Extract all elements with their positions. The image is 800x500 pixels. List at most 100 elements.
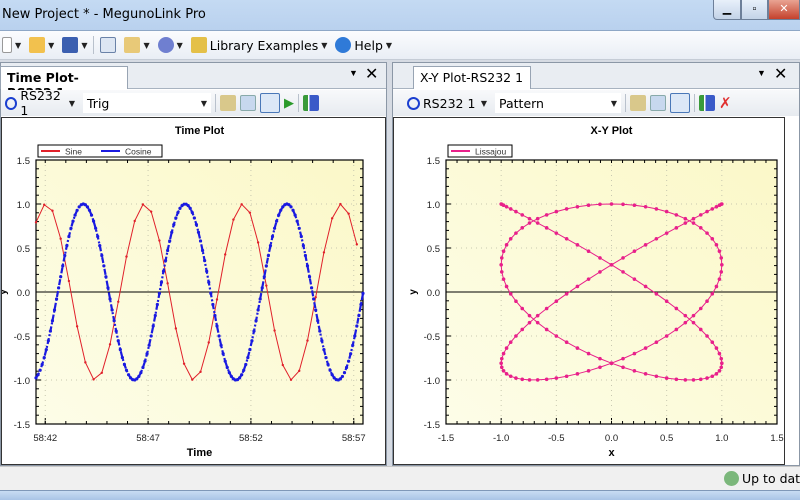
close-icon[interactable]: ✕: [774, 64, 787, 84]
help-button[interactable]: Help ▼: [333, 37, 394, 53]
data-point: [108, 297, 112, 301]
data-point: [260, 286, 264, 290]
data-point: [36, 373, 40, 377]
data-point: [361, 291, 365, 295]
open-button[interactable]: ▼: [27, 37, 56, 53]
data-point: [683, 320, 688, 325]
x-axis-label: Time: [187, 447, 212, 459]
connection-status-icon: [407, 96, 420, 110]
gear-icon: [157, 37, 174, 53]
data-point: [598, 365, 602, 370]
monitor-button[interactable]: [98, 37, 118, 53]
data-point: [643, 346, 648, 350]
data-point: [314, 308, 318, 312]
data-point: [717, 277, 722, 281]
data-point: [691, 378, 696, 382]
play-icon[interactable]: ▶: [284, 96, 294, 111]
data-point: [710, 236, 715, 241]
data-point: [118, 348, 122, 352]
source-selector[interactable]: RS232 1 ▼: [1, 88, 79, 118]
clear-icon[interactable]: ✗: [719, 94, 732, 112]
source-selector[interactable]: RS232 1 ▼: [403, 93, 491, 113]
data-point: [359, 302, 363, 307]
data-point: [91, 219, 96, 223]
data-point: [50, 319, 55, 323]
y-tick-label: 0.0: [427, 288, 440, 299]
data-point: [316, 319, 320, 323]
data-point: [705, 299, 709, 303]
time-plot-chart: Time PlotTimey1.51.00.50.0-0.5-1.0-1.558…: [0, 117, 386, 465]
data-point: [717, 249, 722, 254]
table-icon[interactable]: [650, 95, 666, 111]
data-point: [499, 270, 504, 274]
data-point: [242, 368, 246, 372]
data-point: [575, 372, 580, 376]
channel-selector[interactable]: Trig ▼: [83, 93, 211, 113]
data-point: [92, 378, 95, 381]
data-point: [52, 308, 57, 312]
data-point: [654, 236, 659, 241]
data-point: [172, 222, 176, 227]
folder-icon: [29, 37, 46, 53]
properties-icon[interactable]: [220, 95, 236, 111]
save-button[interactable]: ▼: [60, 37, 89, 53]
data-point: [44, 348, 48, 352]
close-icon[interactable]: ✕: [365, 64, 378, 84]
monitor-icon: [100, 37, 117, 53]
data-point: [499, 365, 504, 370]
chevron-down-icon[interactable]: ▼: [757, 68, 766, 78]
data-point: [554, 334, 559, 338]
new-document-icon: [2, 37, 12, 53]
script-button[interactable]: ▼: [122, 37, 151, 53]
data-point: [163, 258, 168, 263]
data-point: [219, 343, 223, 347]
data-point: [719, 256, 724, 260]
data-point: [575, 243, 580, 247]
data-point: [632, 203, 637, 208]
settings-button[interactable]: ▼: [156, 37, 185, 53]
data-point: [586, 369, 591, 373]
y-tick-label: 1.0: [17, 200, 30, 211]
data-point: [508, 236, 513, 241]
data-point: [586, 249, 591, 254]
window-title: New Project * - MegunoLink Pro: [2, 7, 206, 22]
bar-chart-icon[interactable]: [303, 95, 319, 111]
data-point: [714, 204, 719, 209]
close-button[interactable]: ✕: [768, 0, 800, 20]
data-point: [643, 204, 648, 209]
data-point: [266, 253, 270, 258]
data-point: [149, 210, 153, 213]
data-point: [643, 243, 648, 247]
properties-icon[interactable]: [630, 95, 646, 111]
library-examples-button[interactable]: Library Examples ▼: [189, 37, 330, 53]
data-point: [535, 320, 540, 325]
data-point: [705, 209, 709, 214]
data-point: [100, 371, 104, 374]
bar-chart-icon[interactable]: [699, 95, 715, 111]
chevron-down-icon: ▼: [176, 40, 183, 50]
data-point: [717, 351, 722, 356]
data-point: [643, 372, 648, 376]
minimize-button[interactable]: ▁: [713, 0, 741, 20]
status-text[interactable]: Up to date: [742, 471, 800, 486]
tab-xy-plot[interactable]: X-Y Plot-RS232 1: [413, 66, 531, 89]
maximize-button[interactable]: ▫: [741, 0, 768, 20]
data-point: [338, 377, 342, 381]
chevron-down-icon: ▼: [143, 40, 150, 50]
legend-toggle-icon[interactable]: [670, 93, 690, 113]
data-point: [151, 324, 155, 328]
data-point: [535, 378, 540, 382]
new-button[interactable]: ▼: [0, 37, 23, 53]
chevron-down-icon[interactable]: ▼: [349, 68, 358, 78]
data-point: [719, 270, 724, 274]
tab-time-plot[interactable]: Time Plot-RS232 1: [0, 66, 128, 100]
table-icon[interactable]: [240, 95, 256, 111]
data-point: [256, 241, 260, 244]
data-point: [252, 329, 256, 333]
legend-toggle-icon[interactable]: [260, 93, 280, 113]
data-point: [544, 377, 549, 382]
channel-selector[interactable]: Pattern ▼: [495, 93, 621, 113]
data-point: [307, 275, 312, 279]
data-point: [698, 306, 703, 311]
data-point: [71, 219, 75, 223]
